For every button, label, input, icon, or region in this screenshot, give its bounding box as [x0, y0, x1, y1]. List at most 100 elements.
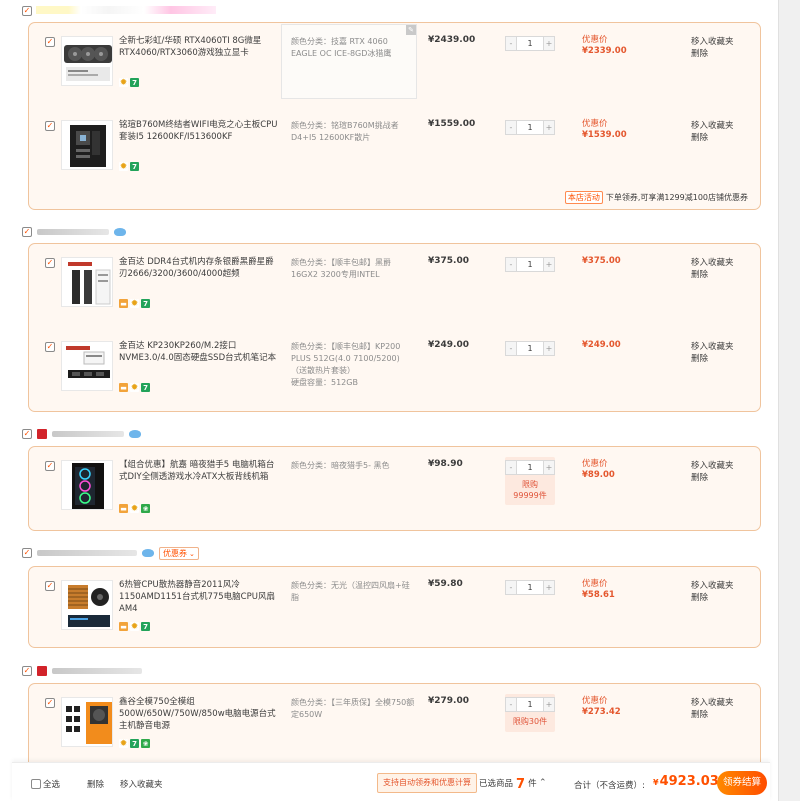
product-thumb-case[interactable]	[61, 460, 113, 510]
qty-input[interactable]: 1	[517, 341, 543, 356]
item-sku: 颜色分类：【三年质保】全模750额定650W	[291, 698, 415, 719]
qty-input[interactable]: 1	[517, 460, 543, 475]
select-all-checkbox[interactable]	[31, 779, 41, 789]
qty-input[interactable]: 1	[517, 36, 543, 51]
qty-input[interactable]: 1	[517, 120, 543, 135]
coupon-label: 优惠券	[163, 548, 187, 558]
move-to-favorites-link[interactable]: 移入收藏夹	[691, 460, 734, 472]
product-thumb-gpu[interactable]	[61, 36, 113, 86]
item-title[interactable]: 鑫谷全模750全模组500W/650W/750W/850w电脑电源台式主机静音电…	[119, 696, 279, 732]
shop-box-3: 【组合优惠】航嘉 暗夜猎手5 电脑机箱台式DIY全侧透游戏水冷ATX大板背线机箱…	[28, 446, 761, 531]
shop-checkbox-2[interactable]	[22, 227, 32, 237]
checkout-button[interactable]: 领券结算	[717, 771, 767, 795]
chat-icon[interactable]	[129, 430, 141, 438]
discount-price: 优惠价 ¥89.00	[582, 459, 615, 481]
item-title[interactable]: 金百达 KP230KP260/M.2接口NVME3.0/4.0固态硬盘SSD台式…	[119, 340, 279, 364]
item-ops: 移入收藏夹 删除	[691, 120, 734, 144]
delete-link[interactable]: 删除	[691, 592, 734, 604]
total-label: 合计（不含运费）:	[574, 781, 645, 791]
qty-plus-button[interactable]: +	[543, 257, 555, 272]
select-all-label[interactable]: 全选	[43, 778, 60, 790]
shop-checkbox-5[interactable]	[22, 666, 32, 676]
qty-minus-button[interactable]: -	[505, 120, 517, 135]
shop-name[interactable]	[52, 668, 142, 674]
shop-checkbox-4[interactable]	[22, 548, 32, 558]
move-to-favorites-link[interactable]: 移入收藏夹	[691, 341, 734, 353]
chat-icon[interactable]	[142, 549, 154, 557]
shop-coupon-tag[interactable]: 优惠券 ⌄	[159, 546, 199, 560]
item-title[interactable]: 6热管CPU散热器静音2011风冷1150AMD1151台式机775电脑CPU风…	[119, 579, 279, 615]
delete-link[interactable]: 删除	[691, 48, 734, 60]
promo-text[interactable]: 下单领券,可享满1299减100店铺优惠券	[606, 192, 748, 203]
seven-day-return-icon: 7	[141, 383, 150, 392]
item-checkbox[interactable]	[45, 461, 55, 471]
chat-icon[interactable]	[114, 228, 126, 236]
qty-input[interactable]: 1	[517, 697, 543, 712]
delete-link[interactable]: 删除	[691, 132, 734, 144]
discount-price: 优惠价 ¥273.42	[582, 696, 621, 718]
delete-link[interactable]: 删除	[691, 709, 734, 721]
bulb-icon: ✹	[119, 738, 128, 749]
quantity-stepper[interactable]: -1 +	[505, 36, 555, 51]
product-thumb-ssd[interactable]	[61, 341, 113, 391]
item-checkbox[interactable]	[45, 342, 55, 352]
cart-item: 金百达 KP230KP260/M.2接口NVME3.0/4.0固态硬盘SSD台式…	[29, 328, 760, 408]
qty-plus-button[interactable]: +	[543, 697, 555, 712]
shop-name[interactable]	[52, 431, 124, 437]
bulk-delete-link[interactable]: 删除	[87, 778, 104, 790]
qty-minus-button[interactable]: -	[505, 257, 517, 272]
item-checkbox[interactable]	[45, 37, 55, 47]
chevron-up-icon[interactable]: ⌃	[539, 778, 547, 788]
qty-minus-button[interactable]: -	[505, 36, 517, 51]
selected-number: 7	[516, 777, 526, 792]
edit-icon[interactable]: ✎	[406, 25, 416, 35]
move-to-favorites-link[interactable]: 移入收藏夹	[691, 697, 734, 709]
card-icon: ▬	[119, 299, 128, 308]
quantity-stepper[interactable]: -1 +	[505, 341, 555, 356]
shop-checkbox-1[interactable]	[22, 6, 32, 16]
discount-amount: ¥375.00	[582, 256, 621, 266]
qty-plus-button[interactable]: +	[543, 120, 555, 135]
item-title[interactable]: 全新七彩虹/华硕 RTX4060TI 8G微星RTX4060/RTX3060游戏…	[119, 35, 279, 59]
product-thumb-psu[interactable]	[61, 697, 113, 747]
qty-input[interactable]: 1	[517, 257, 543, 272]
shop-checkbox-3[interactable]	[22, 429, 32, 439]
qty-plus-button[interactable]: +	[543, 341, 555, 356]
item-checkbox[interactable]	[45, 581, 55, 591]
delete-link[interactable]: 删除	[691, 353, 734, 365]
item-checkbox[interactable]	[45, 121, 55, 131]
product-thumb-motherboard[interactable]	[61, 120, 113, 170]
bulk-move-favorites-link[interactable]: 移入收藏夹	[120, 778, 163, 790]
item-checkbox[interactable]	[45, 258, 55, 268]
move-to-favorites-link[interactable]: 移入收藏夹	[691, 580, 734, 592]
qty-minus-button[interactable]: -	[505, 341, 517, 356]
item-title[interactable]: 铭瑄B760M终结者WIFI电竞之心主板CPU套装I5 12600KF/I513…	[119, 119, 279, 143]
qty-minus-button[interactable]: -	[505, 460, 517, 475]
qty-plus-button[interactable]: +	[543, 460, 555, 475]
quantity-stepper[interactable]: -1 +	[505, 580, 555, 595]
quantity-stepper[interactable]: -1 +	[505, 460, 555, 475]
product-thumb-cooler[interactable]	[61, 580, 113, 630]
qty-input[interactable]: 1	[517, 580, 543, 595]
qty-minus-button[interactable]: -	[505, 697, 517, 712]
move-to-favorites-link[interactable]: 移入收藏夹	[691, 257, 734, 269]
qty-plus-button[interactable]: +	[543, 36, 555, 51]
delete-link[interactable]: 删除	[691, 269, 734, 281]
delete-link[interactable]: 删除	[691, 472, 734, 484]
selected-count[interactable]: 已选商品 7 件	[479, 777, 537, 792]
qty-plus-button[interactable]: +	[543, 580, 555, 595]
product-thumb-ram[interactable]	[61, 257, 113, 307]
move-to-favorites-link[interactable]: 移入收藏夹	[691, 36, 734, 48]
item-checkbox[interactable]	[45, 698, 55, 708]
shop-name[interactable]	[37, 229, 109, 235]
quantity-stepper[interactable]: -1 +	[505, 697, 555, 712]
item-title[interactable]: 金百达 DDR4台式机内存条银爵黑爵星爵刃2666/3200/3600/4000…	[119, 256, 279, 280]
quantity-stepper[interactable]: -1 +	[505, 120, 555, 135]
item-title[interactable]: 【组合优惠】航嘉 暗夜猎手5 电脑机箱台式DIY全侧透游戏水冷ATX大板背线机箱	[119, 459, 279, 483]
move-to-favorites-link[interactable]: 移入收藏夹	[691, 120, 734, 132]
limit-label: 限购	[522, 480, 538, 489]
qty-minus-button[interactable]: -	[505, 580, 517, 595]
scrollbar[interactable]	[778, 0, 800, 801]
quantity-stepper[interactable]: -1 +	[505, 257, 555, 272]
shop-name[interactable]	[37, 550, 137, 556]
